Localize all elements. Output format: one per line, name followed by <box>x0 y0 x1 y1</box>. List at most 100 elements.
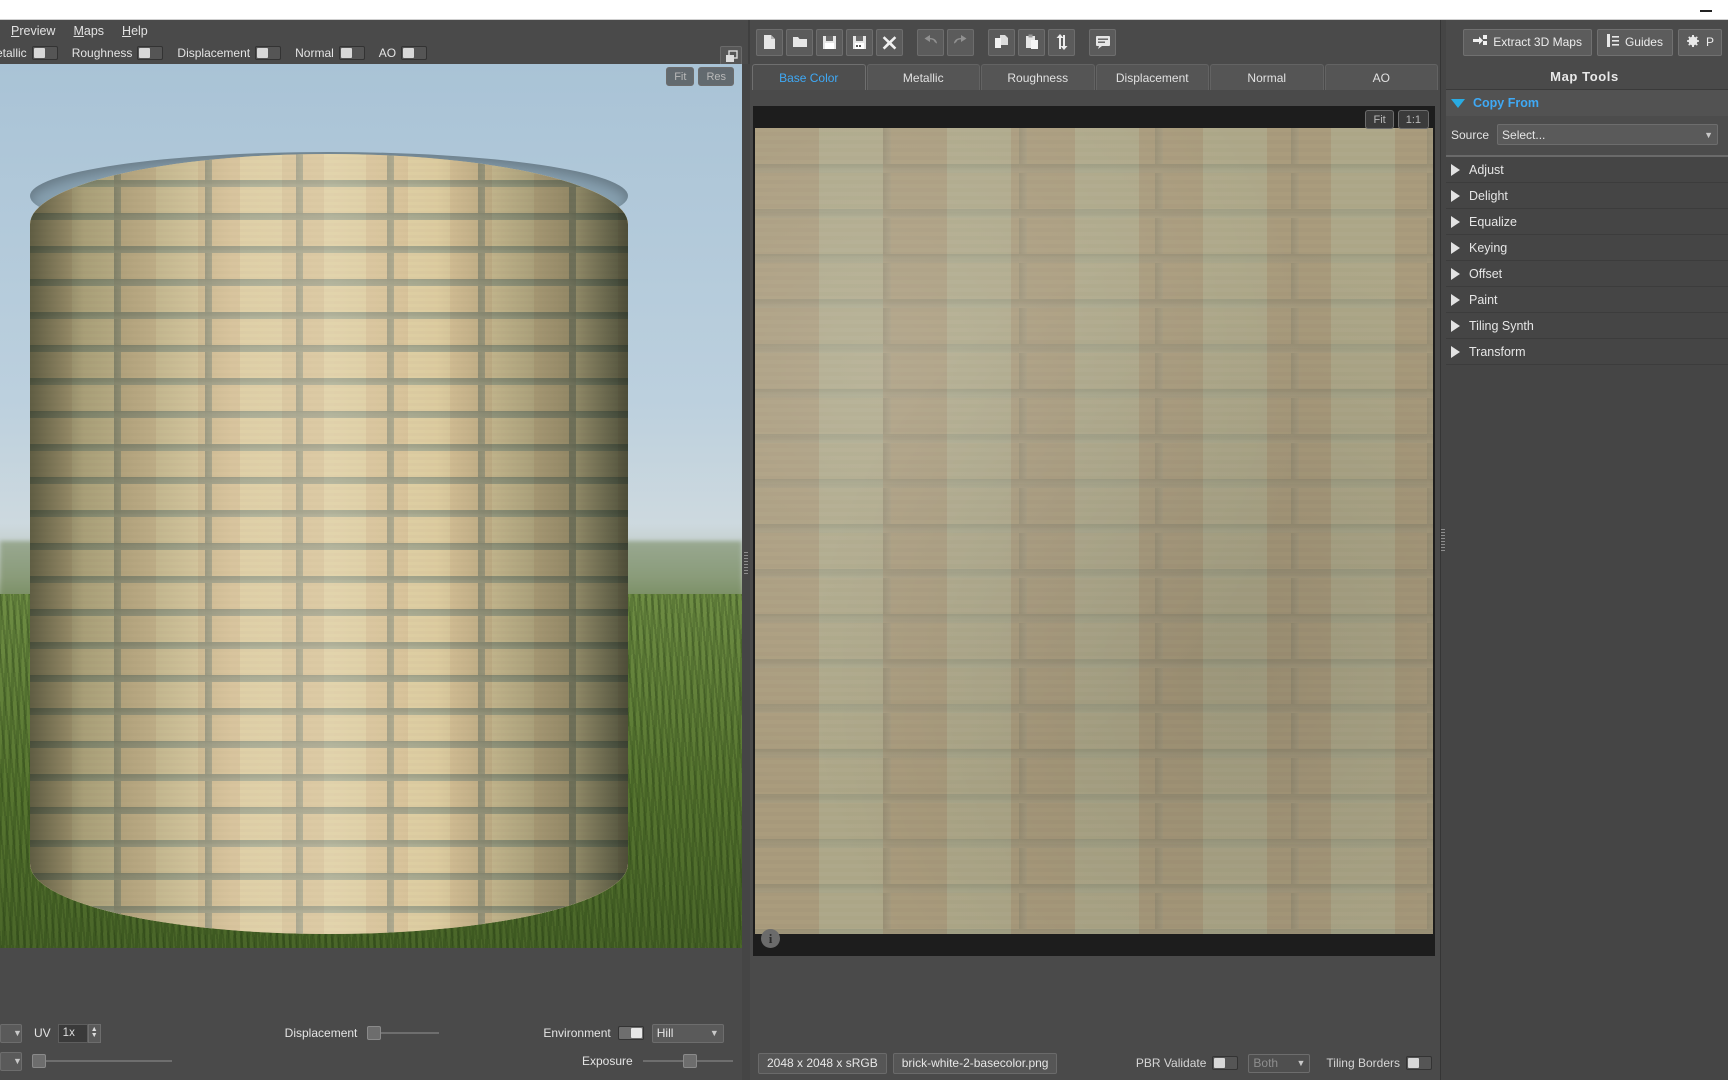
section-transform-label: Transform <box>1469 344 1526 359</box>
paste-icon[interactable] <box>1018 28 1045 56</box>
tiling-borders-label: Tiling Borders <box>1326 1056 1400 1070</box>
map-image-view[interactable]: Fit 1:1 i <box>753 106 1435 956</box>
displacement-switch[interactable] <box>255 46 282 60</box>
map-toggle-bar: Metallic Roughness Displacement Normal A… <box>0 42 748 64</box>
map-view-buttons: Fit 1:1 <box>1365 110 1429 129</box>
normal-switch[interactable] <box>338 46 365 60</box>
section-offset[interactable]: Offset <box>1441 261 1728 287</box>
cylinder-mesh[interactable] <box>30 152 628 934</box>
tab-metallic[interactable]: Metallic <box>866 64 980 90</box>
guides-icon <box>1606 34 1619 50</box>
popout-window-icon[interactable] <box>720 46 742 66</box>
tab-base-color[interactable]: Base Color <box>752 64 866 90</box>
tab-displacement[interactable]: Displacement <box>1095 64 1209 90</box>
exposure-label: Exposure <box>582 1054 633 1068</box>
ao-switch[interactable] <box>401 46 428 60</box>
section-equalize[interactable]: Equalize <box>1441 209 1728 235</box>
tab-roughness[interactable]: Roughness <box>981 64 1095 90</box>
open-folder-icon[interactable] <box>786 28 813 56</box>
tiling-borders-switch[interactable] <box>1406 1056 1432 1070</box>
map-toggle-normal[interactable]: Normal <box>295 46 370 60</box>
resolution-badge: 2048 x 2048 x sRGB <box>758 1052 887 1074</box>
tab-ao[interactable]: AO <box>1324 64 1438 90</box>
menu-help[interactable]: Help <box>113 22 157 40</box>
section-equalize-label: Equalize <box>1469 214 1517 229</box>
preferences-button[interactable]: P <box>1677 28 1722 56</box>
uv-tiling-stepper[interactable]: ▲ ▼ <box>87 1023 101 1043</box>
extract-3d-maps-button[interactable]: Extract 3D Maps <box>1463 28 1592 56</box>
chevron-down-icon <box>1451 98 1465 108</box>
map-toggle-metallic[interactable]: Metallic <box>0 46 63 60</box>
section-paint[interactable]: Paint <box>1441 287 1728 313</box>
uv-tiling-input[interactable]: 1x <box>57 1023 88 1043</box>
map-zoom-1to1-button[interactable]: 1:1 <box>1397 110 1429 129</box>
section-adjust[interactable]: Adjust <box>1441 157 1728 183</box>
pbr-validate-switch[interactable] <box>1212 1056 1239 1070</box>
map-toggle-normal-label: Normal <box>295 46 334 60</box>
displacement-slider[interactable] <box>367 1026 440 1040</box>
map-toggle-displacement[interactable]: Displacement <box>177 46 286 60</box>
chevron-right-icon <box>1451 215 1460 228</box>
preview-rotation-slider[interactable] <box>32 1054 172 1068</box>
cylinder-body <box>30 154 628 934</box>
redo-icon[interactable] <box>947 28 974 56</box>
chevron-right-icon <box>1451 293 1460 306</box>
info-icon[interactable]: i <box>761 929 780 948</box>
section-delight[interactable]: Delight <box>1441 183 1728 209</box>
section-transform[interactable]: Transform <box>1441 339 1728 365</box>
roughness-switch[interactable] <box>137 46 164 60</box>
menu-preview[interactable]: PPreviewreview <box>2 22 64 40</box>
environment-dropdown[interactable]: Hill ▼ <box>651 1023 724 1043</box>
tab-normal[interactable]: Normal <box>1210 64 1324 90</box>
swap-icon[interactable] <box>1048 28 1075 56</box>
application-window: PPreviewreview Maps Help Metallic Roughn… <box>0 0 1728 1080</box>
guides-button[interactable]: Guides <box>1596 28 1673 56</box>
exposure-slider[interactable] <box>642 1054 733 1068</box>
map-toolbar <box>750 20 1440 64</box>
res-button[interactable]: Res <box>698 67 734 86</box>
environment-value: Hill <box>656 1026 674 1040</box>
map-toggle-roughness[interactable]: Roughness <box>72 46 169 60</box>
section-copy-from-label: Copy From <box>1473 96 1539 110</box>
map-toggle-ao[interactable]: AO <box>379 46 432 60</box>
section-copy-from-body: Source Select... ▼ <box>1441 116 1728 157</box>
environment-switch[interactable] <box>617 1026 644 1040</box>
undo-icon[interactable] <box>917 28 944 56</box>
uv-label: UV <box>34 1026 51 1040</box>
menu-maps[interactable]: Maps <box>64 22 113 40</box>
map-toggle-metallic-label: Metallic <box>0 46 27 60</box>
panel-splitter-left[interactable] <box>742 64 750 1080</box>
section-keying[interactable]: Keying <box>1441 235 1728 261</box>
pbr-validate-label: PBR Validate <box>1135 1056 1207 1070</box>
gear-icon <box>1686 34 1700 51</box>
map-toggle-roughness-label: Roughness <box>71 46 133 60</box>
pbr-mode-dropdown[interactable]: Both ▼ <box>1248 1053 1311 1073</box>
3d-viewport[interactable]: Fit Res <box>0 64 742 948</box>
metallic-switch[interactable] <box>31 46 58 60</box>
section-tiling-synth[interactable]: Tiling Synth <box>1441 313 1728 339</box>
filename-badge[interactable]: brick-white-2-basecolor.png <box>892 1052 1058 1074</box>
save-icon[interactable] <box>816 28 843 56</box>
preview-shape-dropdown[interactable]: ▼ <box>0 1023 22 1043</box>
copy-icon[interactable] <box>988 28 1015 56</box>
section-adjust-label: Adjust <box>1469 162 1504 177</box>
chevron-right-icon <box>1451 241 1460 254</box>
environment-label: Environment <box>543 1026 611 1040</box>
source-label: Source <box>1451 127 1490 142</box>
map-tab-bar: Base Color Metallic Roughness Displaceme… <box>750 64 1440 90</box>
chevron-right-icon <box>1451 319 1460 332</box>
chevron-right-icon <box>1451 189 1460 202</box>
minimize-button[interactable] <box>1700 5 1714 16</box>
source-select-dropdown[interactable]: Select... ▼ <box>1497 124 1718 145</box>
map-toggle-displacement-label: Displacement <box>177 46 251 60</box>
save-as-icon[interactable] <box>846 28 873 56</box>
preview-light-dropdown[interactable]: ▼ <box>0 1051 22 1071</box>
section-copy-from-header[interactable]: Copy From <box>1441 90 1728 116</box>
map-fit-button[interactable]: Fit <box>1365 110 1394 129</box>
fit-button[interactable]: Fit <box>666 67 695 86</box>
notes-icon[interactable] <box>1089 28 1116 56</box>
panel-splitter-right[interactable] <box>1441 20 1446 1080</box>
new-file-icon[interactable] <box>756 28 783 56</box>
map-tools-title: Map Tools <box>1441 64 1728 90</box>
close-icon[interactable] <box>876 28 903 56</box>
